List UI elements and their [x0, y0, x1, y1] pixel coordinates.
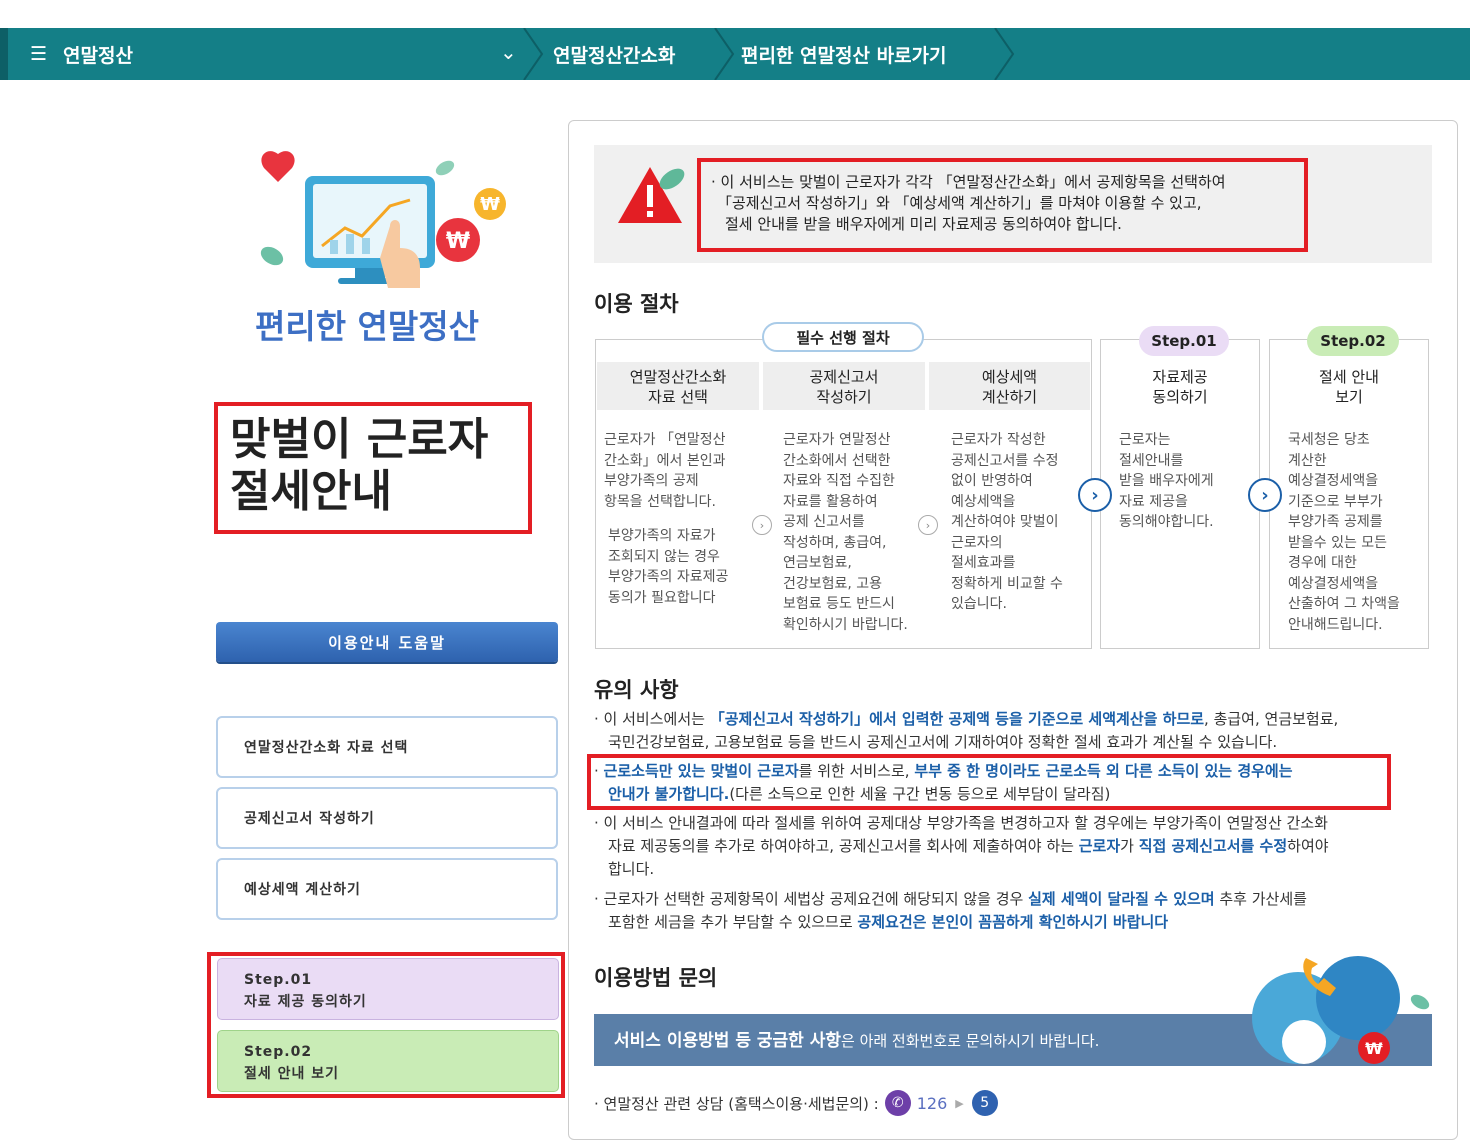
breadcrumb-separator — [523, 28, 544, 80]
chevron-right-icon: › — [1078, 478, 1112, 512]
warning-icon — [618, 167, 685, 223]
alert-message: · 이 서비스는 맞벌이 근로자가 각각 「연말정산간소화」에서 공제항목을 선… — [697, 158, 1308, 252]
note-highlight: 안내가 불가합니다. — [608, 785, 730, 803]
contact-label: · 연말정산 관련 상담 (홈택스이용·세법문의) : — [594, 1094, 879, 1113]
notes-heading: 유의 사항 — [594, 678, 679, 702]
procedure-column-text: 국세청은 당초 계산한 예상결정세액을 기준으로 부부가 부양가족 공제를 받을… — [1288, 432, 1400, 633]
nav-button-simplified-data[interactable]: 연말정산간소화 자료 선택 — [216, 716, 558, 778]
nav-button-estimated-tax[interactable]: 예상세액 계산하기 — [216, 858, 558, 920]
note-text: 이 서비스 안내결과에 따라 절세를 위하여 공제대상 부양가족을 변경하고자 … — [603, 814, 1328, 832]
svg-text:₩: ₩ — [480, 194, 500, 215]
procedure-column-head: 연말정산간소화 자료 선택 — [597, 362, 759, 410]
phone-support-illustration: ₩ — [1252, 956, 1430, 1064]
note-text: (다른 소득으로 인한 세율 구간 변동 등으로 세부담이 달라짐) — [729, 785, 1111, 803]
breadcrumb-link-simplified[interactable]: 연말정산간소화 — [553, 28, 675, 80]
breadcrumb-link-shortcut[interactable]: 편리한 연말정산 바로가기 — [741, 28, 947, 80]
note-item: · 이 서비스 안내결과에 따라 절세를 위하여 공제대상 부양가족을 변경하고… — [594, 812, 1424, 881]
note-text: 하여야 — [1287, 837, 1329, 855]
note-highlight: 「공제신고서 작성하기」에서 입력한 공제액 등을 기준으로 세액계산을 하므로 — [709, 710, 1205, 728]
procedure-column-head: 자료제공 동의하기 — [1101, 362, 1259, 410]
help-guide-button[interactable]: 이용안내 도움말 — [216, 622, 558, 662]
menu-toggle[interactable]: ☰ 연말정산 — [30, 28, 133, 80]
arrow-right-icon: ▶ — [955, 1096, 964, 1110]
step02-button[interactable]: Step.02 절세 안내 보기 — [217, 1030, 559, 1092]
note-text: 를 위한 서비스로, — [798, 762, 915, 780]
note-item: · 이 서비스에서는 「공제신고서 작성하기」에서 입력한 공제액 등을 기준으… — [594, 708, 1424, 754]
step01-pill: Step.01 — [1139, 326, 1229, 356]
note-text: , 총급여, 연금보험료, — [1204, 710, 1339, 728]
note-text: 추후 가산세를 — [1214, 890, 1307, 908]
note-text: 포함한 세금을 추가 부담할 수 있으므로 — [608, 913, 858, 931]
step02-text: 절세 안내 보기 — [244, 1066, 340, 1082]
note-text: 근로자가 선택한 공제항목이 세법상 공제요건에 해당되지 않을 경우 — [603, 890, 1029, 908]
procedure-column-head: 절세 안내 보기 — [1270, 362, 1428, 410]
note-text: 국민건강보험료, 고용보험료 등을 반드시 공제신고서에 기재하여야 정확한 절… — [608, 733, 1278, 751]
procedure-column-text: 부양가족의 자료가 조회되지 않는 경우 부양가족의 자료제공 동의가 필요합니… — [608, 528, 729, 606]
procedure-column-text: 근로자는 절세안내를 받을 배우자에게 자료 제공을 동의해야합니다. — [1119, 432, 1214, 530]
contact-line: · 연말정산 관련 상담 (홈택스이용·세법문의) : ✆ 126 ▶ 5 — [594, 1090, 998, 1116]
note-text: 합니다. — [608, 860, 655, 878]
step01-label: Step.01 — [244, 972, 313, 988]
page-title: 맞벌이 근로자 절세안내 — [230, 414, 489, 517]
note-highlight: 공제요건은 본인이 꼼꼼하게 확인하시기 바랍니다 — [857, 913, 1169, 931]
hamburger-icon: ☰ — [30, 43, 48, 65]
phone-icon: ✆ — [884, 1090, 911, 1116]
required-procedure-pill: 필수 선행 절차 — [762, 322, 924, 352]
note-highlight: 근로자 — [1078, 837, 1121, 855]
breadcrumb-separator — [714, 28, 735, 80]
alert-line: 「공제신고서 작성하기」와 「예상세액 계산하기」를 마쳐야 이용할 수 있고, — [717, 194, 1202, 212]
chevron-down-icon[interactable]: ⌄ — [500, 40, 517, 64]
note-highlight: 근로소득만 있는 맞벌이 근로자 — [603, 762, 799, 780]
chevron-right-icon: › — [1248, 478, 1282, 512]
note-text: 이 서비스에서는 — [603, 710, 710, 728]
steps-highlight: Step.01 자료 제공 동의하기 Step.02 절세 안내 보기 — [207, 952, 565, 1098]
monitor-chart-illustration: ₩ ₩ — [260, 151, 506, 288]
chevron-right-icon: › — [918, 515, 938, 535]
step01-button[interactable]: Step.01 자료 제공 동의하기 — [217, 958, 559, 1020]
procedure-column-head: 예상세액 계산하기 — [929, 362, 1090, 410]
inquiry-heading: 이용방법 문의 — [594, 966, 718, 990]
main-title-highlight: 맞벌이 근로자 절세안내 — [214, 402, 532, 534]
svg-text:₩: ₩ — [1365, 1039, 1383, 1058]
alert-line: 절세 안내를 받을 배우자에게 미리 자료제공 동의하여야 합니다. — [725, 215, 1122, 233]
menu-option-badge: 5 — [971, 1090, 998, 1116]
procedure-column-text: 근로자가 연말정산 간소화에서 선택한 자료와 직접 수집한 자료를 활용하여 … — [783, 432, 908, 633]
procedure-column-head: 공제신고서 작성하기 — [763, 362, 925, 410]
note-item: · 근로자가 선택한 공제항목이 세법상 공제요건에 해당되지 않을 경우 실제… — [594, 890, 1307, 931]
note-highlight: 직접 공제신고서를 수정 — [1138, 837, 1288, 855]
phone-number[interactable]: 126 — [917, 1094, 948, 1113]
svg-text:₩: ₩ — [446, 229, 470, 254]
step02-label: Step.02 — [244, 1044, 313, 1060]
banner-bold: 서비스 이용방법 등 궁금한 사항 — [614, 1031, 841, 1051]
note-highlight: 실제 세액이 달라질 수 있으며 — [1028, 890, 1215, 908]
breadcrumb-separator — [994, 28, 1015, 80]
note-text: 가 — [1120, 837, 1139, 855]
alert-line: · 이 서비스는 맞벌이 근로자가 각각 「연말정산간소화」에서 공제항목을 선… — [711, 173, 1226, 191]
chevron-right-icon: › — [752, 515, 772, 535]
procedure-column-text: 근로자가 「연말정산 간소화」에서 본인과 부양가족의 공제 항목을 선택합니다… — [604, 432, 726, 510]
note-text: 자료 제공동의를 추가로 하여야하고, 공제신고서를 회사에 제출하여야 하는 — [608, 837, 1079, 855]
inquiry-banner-text: 서비스 이용방법 등 궁금한 사항은 아래 전화번호로 문의하시기 바랍니다. — [614, 1026, 1099, 1051]
top-nav-bar: ☰ 연말정산 ⌄ 연말정산간소화 편리한 연말정산 바로가기 — [0, 28, 1470, 80]
step01-text: 자료 제공 동의하기 — [244, 994, 367, 1010]
procedure-heading: 이용 절차 — [594, 292, 679, 316]
banner-rest: 은 아래 전화번호로 문의하시기 바랍니다. — [841, 1032, 1100, 1050]
menu-title: 연말정산 — [63, 44, 133, 67]
brand-title: 편리한 연말정산 — [254, 307, 479, 346]
note-item: · 근로소득만 있는 맞벌이 근로자를 위한 서비스로, 부부 중 한 명이라도… — [594, 762, 1293, 803]
procedure-column-text: 근로자가 작성한 공제신고서를 수정 없이 반영하여 예상세액을 계산하여야 맞… — [951, 432, 1063, 612]
nav-button-deduction-form[interactable]: 공제신고서 작성하기 — [216, 787, 558, 849]
note-highlight: 부부 중 한 명이라도 근로소득 외 다른 소득이 있는 경우에는 — [914, 762, 1293, 780]
step02-pill: Step.02 — [1307, 326, 1399, 356]
